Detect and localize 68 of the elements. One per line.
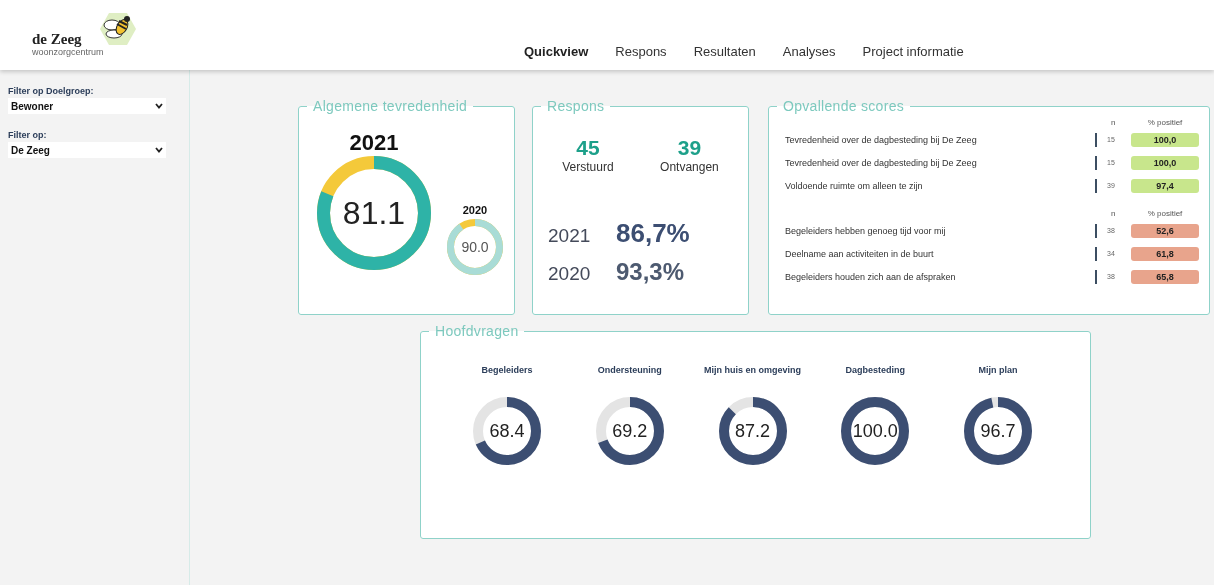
nav-tab[interactable]: Analyses: [782, 44, 836, 59]
nav-tab[interactable]: Respons: [615, 44, 667, 59]
column-header: n: [1111, 117, 1117, 127]
separator-mark: [1095, 132, 1097, 147]
separator-mark: [1095, 223, 1097, 238]
score-value: 69.2: [612, 422, 648, 440]
question-label: Mijn huis en omgeving: [704, 365, 801, 375]
count-label: Verstuurd: [562, 160, 614, 174]
year-label: 2020: [548, 263, 592, 285]
score-pill: 100,0: [1131, 155, 1199, 170]
logo-name: de Zeeg: [32, 31, 83, 47]
score-label: Tevredenheid over de dagbesteding bij De Zeeg: [785, 157, 978, 168]
separator-mark: [1095, 155, 1097, 170]
question-label: Begeleiders: [481, 365, 533, 375]
column-header: % positief: [1146, 117, 1184, 127]
count-label: Ontvangen: [660, 160, 719, 174]
score-label: Voldoende ruimte om alleen te zijn: [785, 180, 924, 191]
score-value: 81.1: [342, 197, 406, 229]
card-title: Algemene tevredenheid: [312, 98, 469, 114]
score-donut: [447, 219, 503, 275]
score-donut: [595, 397, 664, 465]
card-title: Respons: [546, 98, 606, 114]
score-donut: [718, 397, 787, 465]
filter-label: Filter op:: [8, 130, 48, 140]
score-pill: 97,4: [1131, 178, 1199, 193]
response-rate: 93,3%: [616, 258, 685, 286]
score-label: Begeleiders houden zich aan de afspraken: [785, 271, 957, 282]
score-value: 96.7: [980, 422, 1016, 440]
score-value: 90.0: [461, 240, 489, 254]
score-label: Begeleiders hebben genoeg tijd voor mij: [785, 225, 947, 236]
year-label: 2020: [462, 204, 488, 216]
year-label: 2021: [548, 225, 592, 247]
score-pill: 52,6: [1131, 223, 1199, 238]
bee-logo-icon: [99, 12, 136, 46]
filter-dropdown[interactable]: Bewoner: [8, 98, 166, 114]
separator-mark: [1095, 269, 1097, 284]
score-donut: [473, 397, 541, 465]
score-pill: 100,0: [1131, 132, 1199, 147]
score-value: 68.4: [489, 422, 525, 440]
nav-tab[interactable]: Quickview: [524, 44, 589, 59]
score-value: 100.0: [852, 422, 898, 440]
score-pill: 65,8: [1131, 269, 1199, 284]
filter-label: Filter op Doelgroep:: [8, 86, 95, 96]
separator-mark: [1095, 246, 1097, 261]
score-donut: [964, 397, 1032, 465]
score-label: Tevredenheid over de dagbesteding bij De Zeeg: [785, 134, 978, 145]
filter-dropdown[interactable]: De Zeeg: [8, 142, 166, 158]
question-label: Dagbesteding: [845, 365, 905, 375]
question-label: Mijn plan: [978, 365, 1018, 375]
column-header: n: [1111, 208, 1117, 218]
card-title: Opvallende scores: [782, 98, 906, 114]
count-value: 39: [677, 136, 702, 160]
column-header: % positief: [1146, 208, 1184, 218]
count-value: 45: [576, 136, 600, 160]
card-title: Hoofdvragen: [434, 323, 520, 339]
score-pill: 61,8: [1131, 246, 1199, 261]
question-label: Ondersteuning: [597, 365, 662, 375]
response-rate: 86,7%: [616, 218, 690, 249]
nav-tab[interactable]: Resultaten: [693, 44, 756, 59]
logo-subtitle: woonzorgcentrum: [32, 47, 104, 58]
nav-tab[interactable]: Project informatie: [862, 44, 964, 59]
score-label: Deelname aan activiteiten in de buurt: [785, 248, 935, 259]
caret-icon: [155, 103, 163, 109]
year-label: 2021: [349, 132, 399, 154]
score-value: 87.2: [735, 422, 770, 440]
separator-mark: [1095, 178, 1097, 193]
caret-icon: [155, 147, 163, 153]
score-donut: [841, 397, 910, 465]
